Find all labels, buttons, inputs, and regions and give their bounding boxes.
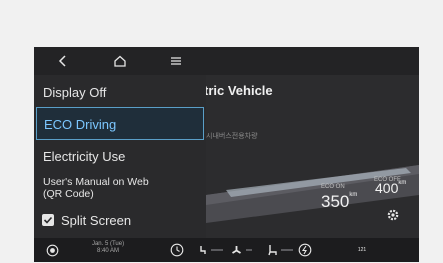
menu-item-display-off[interactable]: Display Off bbox=[34, 83, 206, 101]
time-text: 8:40 AM bbox=[96, 248, 119, 254]
checkmark-icon bbox=[43, 216, 53, 224]
clock-icon[interactable] bbox=[169, 243, 185, 257]
ev-charge-icon[interactable] bbox=[297, 243, 313, 257]
top-bar bbox=[34, 47, 419, 75]
home-icon[interactable] bbox=[111, 53, 129, 69]
menu-item-label: Display Off bbox=[43, 85, 107, 100]
range-high-value: 400 bbox=[375, 180, 399, 196]
menu-item-split-screen[interactable]: Split Screen bbox=[34, 211, 206, 229]
side-menu: Display Off ECO Driving Electricity Use … bbox=[34, 75, 206, 238]
menu-icon[interactable] bbox=[167, 53, 185, 69]
range-low-value: 350 bbox=[321, 192, 350, 211]
gear-icon[interactable] bbox=[386, 208, 400, 222]
seat-level-indicator bbox=[281, 243, 293, 257]
menu-item-users-manual[interactable]: User's Manual on Web (QR Code) bbox=[34, 175, 206, 203]
date-time: Jan. 5 (Tue) 8:40 AM bbox=[86, 241, 130, 255]
range-high-unit: km bbox=[398, 180, 407, 186]
seat-icon[interactable] bbox=[266, 243, 278, 257]
split-screen-checkbox[interactable] bbox=[42, 214, 54, 226]
menu-item-electricity-use[interactable]: Electricity Use bbox=[34, 147, 206, 165]
media-label: 121 bbox=[357, 247, 367, 253]
fan-icon[interactable] bbox=[230, 243, 242, 257]
menu-item-label-line1: User's Manual on Web bbox=[43, 176, 149, 188]
record-icon[interactable] bbox=[45, 243, 59, 257]
infotainment-screen: tric Vehicle 시내버스전용차량 ECO OFF 400km ECO … bbox=[34, 47, 419, 262]
screen-title: tric Vehicle bbox=[204, 83, 273, 98]
menu-item-eco-driving[interactable]: ECO Driving bbox=[36, 107, 204, 140]
date-text: Jan. 5 (Tue) bbox=[91, 241, 125, 247]
temperature-indicator bbox=[211, 243, 223, 257]
range-low-label: ECO ON bbox=[321, 184, 345, 190]
menu-item-label: Electricity Use bbox=[43, 149, 126, 164]
seat-heat-icon[interactable] bbox=[198, 243, 208, 257]
menu-item-label: Split Screen bbox=[61, 213, 132, 228]
screen-subtitle: 시내버스전용차량 bbox=[206, 133, 258, 140]
back-icon[interactable] bbox=[54, 53, 72, 69]
menu-item-label: ECO Driving bbox=[44, 117, 117, 132]
range-low-unit: km bbox=[349, 192, 358, 198]
fan-level-indicator bbox=[246, 243, 252, 257]
menu-item-label-line2: (QR Code) bbox=[43, 188, 94, 200]
